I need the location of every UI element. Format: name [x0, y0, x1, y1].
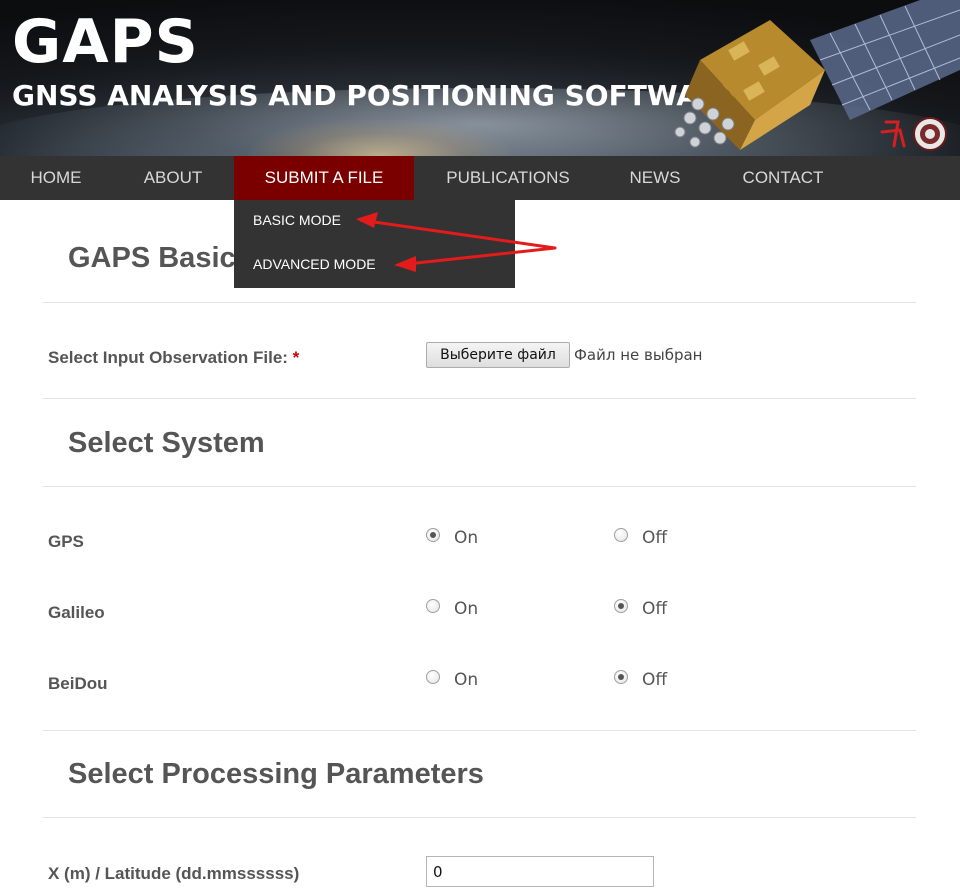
- galileo-off-radio[interactable]: [614, 599, 628, 613]
- nav-home[interactable]: HOME: [0, 156, 112, 200]
- menu-item-advanced-mode[interactable]: ADVANCED MODE: [253, 256, 376, 272]
- beidou-on-label: On: [454, 670, 479, 690]
- divider: [43, 486, 916, 487]
- divider: [43, 817, 916, 818]
- system-label-galileo: Galileo: [48, 603, 105, 622]
- page-title: GAPS Basic: [68, 242, 236, 274]
- galileo-on-radio[interactable]: [426, 599, 440, 613]
- sunrise-glow: [250, 120, 510, 156]
- select-system-title: Select System: [68, 427, 265, 459]
- main-nav: HOME ABOUT SUBMIT A FILE PUBLICATIONS NE…: [0, 156, 960, 200]
- header-banner: GAPS GNSS ANALYSIS AND POSITIONING SOFTW…: [0, 0, 960, 156]
- brand-title: GAPS: [12, 7, 199, 77]
- nav-about[interactable]: ABOUT: [112, 156, 234, 200]
- galileo-off-label: Off: [642, 599, 668, 619]
- divider: [43, 302, 916, 303]
- file-field-label-text: Select Input Observation File:: [48, 348, 288, 367]
- divider: [43, 398, 916, 399]
- system-label-beidou: BeiDou: [48, 674, 108, 693]
- system-label-gps: GPS: [48, 532, 84, 551]
- nrcan-logo-icon: [880, 117, 947, 151]
- x-latitude-input[interactable]: [426, 856, 654, 887]
- gps-on-radio[interactable]: [426, 528, 440, 542]
- nav-submit-a-file[interactable]: SUBMIT A FILE: [234, 156, 414, 200]
- galileo-on-label: On: [454, 599, 479, 619]
- processing-parameters-title: Select Processing Parameters: [68, 758, 484, 790]
- gps-on-label: On: [454, 528, 479, 548]
- beidou-off-radio[interactable]: [614, 670, 628, 684]
- beidou-off-label: Off: [642, 670, 668, 690]
- menu-item-basic-mode[interactable]: BASIC MODE: [253, 212, 341, 228]
- submit-dropdown-menu: BASIC MODE ADVANCED MODE: [234, 200, 515, 288]
- nav-publications[interactable]: PUBLICATIONS: [414, 156, 602, 200]
- required-marker: *: [292, 348, 300, 367]
- nav-contact[interactable]: CONTACT: [708, 156, 858, 200]
- file-field-label: Select Input Observation File: *: [48, 348, 299, 368]
- gps-off-label: Off: [642, 528, 668, 548]
- brand-subtitle: GNSS ANALYSIS AND POSITIONING SOFTWARE: [12, 79, 739, 112]
- gps-off-radio[interactable]: [614, 528, 628, 542]
- nav-news[interactable]: NEWS: [602, 156, 708, 200]
- choose-file-button[interactable]: Выберите файл: [426, 342, 570, 368]
- divider: [43, 730, 916, 731]
- x-latitude-label: X (m) / Latitude (dd.mmssssss): [48, 864, 300, 883]
- file-status-text: Файл не выбран: [574, 346, 703, 364]
- beidou-on-radio[interactable]: [426, 670, 440, 684]
